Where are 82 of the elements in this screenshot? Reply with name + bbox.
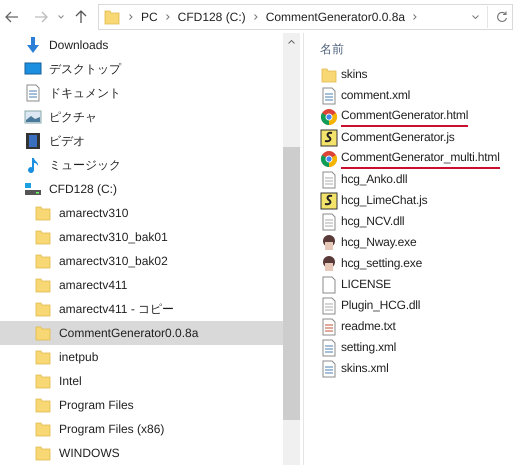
document-icon [320, 276, 338, 294]
nav-item[interactable]: Program Files (x86) [0, 417, 283, 441]
chevron-right-icon [166, 14, 170, 20]
nav-item[interactable]: Downloads [0, 33, 283, 57]
chevron-right-icon [254, 14, 258, 20]
folder-icon [34, 228, 52, 246]
file-item[interactable]: hcg_Anko.dll [304, 169, 513, 190]
nav-item[interactable]: amarectv310 [0, 201, 283, 225]
folder-icon [320, 66, 338, 84]
browser-icon [320, 150, 338, 168]
chevron-right-icon [129, 14, 133, 20]
drive-icon [24, 180, 42, 198]
nav-item[interactable]: WINDOWS [0, 441, 283, 465]
down-arrow-icon [24, 36, 42, 54]
document-icon [320, 296, 338, 314]
nav-item[interactable]: CFD128 (C:) [0, 177, 283, 201]
column-header[interactable]: 名前 [320, 40, 344, 58]
back-arrow-icon[interactable] [5, 10, 19, 22]
file-item[interactable]: hcg_setting.exe [304, 253, 513, 274]
nav-item[interactable]: CommentGenerator0.0.8a [0, 321, 283, 345]
scrollbar-thumb[interactable] [283, 147, 300, 420]
nav-item[interactable]: ミュージック [0, 153, 283, 177]
picture-icon [24, 108, 42, 126]
document-icon [24, 84, 42, 102]
file-item[interactable]: hcg_Nway.exe [304, 232, 513, 253]
folder-icon [34, 396, 52, 414]
character-icon [320, 234, 338, 252]
folder-icon [103, 8, 121, 26]
file-item[interactable]: LICENSE [304, 274, 513, 295]
nav-item[interactable]: Intel [0, 369, 283, 393]
breadcrumb[interactable]: CommentGenerator0.0.8a [266, 8, 406, 26]
file-item[interactable]: comment.xml [304, 85, 513, 106]
refresh-icon[interactable] [496, 10, 508, 22]
file-item[interactable]: CommentGenerator.js [304, 127, 513, 148]
browser-icon [320, 108, 338, 126]
script-icon [320, 192, 338, 210]
chevron-down-icon[interactable] [472, 14, 479, 18]
file-item[interactable]: hcg_NCV.dll [304, 211, 513, 232]
chevron-up-icon[interactable] [288, 40, 295, 44]
nav-item[interactable]: inetpub [0, 345, 283, 369]
folder-icon [34, 276, 52, 294]
script-icon [320, 128, 338, 146]
file-item[interactable]: skins [304, 64, 513, 85]
document-icon [320, 318, 338, 336]
chevron-right-icon [413, 14, 418, 20]
nav-item[interactable]: amarectv310_bak02 [0, 249, 283, 273]
folder-icon [34, 204, 52, 222]
up-arrow-icon[interactable] [75, 10, 87, 24]
scrollbar[interactable] [283, 33, 300, 465]
nav-item[interactable]: amarectv411 - コピー [0, 297, 283, 321]
nav-item[interactable]: ビデオ [0, 129, 283, 153]
film-icon [24, 132, 42, 150]
file-item[interactable]: skins.xml [304, 358, 513, 379]
nav-item[interactable]: ピクチャ [0, 105, 283, 129]
folder-icon [34, 372, 52, 390]
folder-icon [34, 420, 52, 438]
breadcrumb[interactable]: PC [141, 8, 158, 26]
document-icon [320, 212, 338, 230]
folder-icon [34, 324, 52, 342]
document-icon [320, 338, 338, 356]
file-item[interactable]: CommentGenerator.html [304, 106, 513, 127]
document-icon [320, 170, 338, 188]
file-item[interactable]: Plugin_HCG.dll [304, 295, 513, 316]
chevron-down-icon[interactable] [58, 14, 64, 18]
nav-item[interactable]: amarectv411 [0, 273, 283, 297]
document-icon [320, 86, 338, 104]
nav-item[interactable]: ドキュメント [0, 81, 283, 105]
folder-icon [34, 348, 52, 366]
folder-icon [34, 300, 52, 318]
breadcrumb[interactable]: CFD128 (C:) [178, 8, 246, 26]
file-item[interactable]: setting.xml [304, 337, 513, 358]
nav-item[interactable]: Program Files [0, 393, 283, 417]
character-icon [320, 254, 338, 272]
folder-icon [34, 444, 52, 462]
file-item[interactable]: hcg_LimeChat.js [304, 190, 513, 211]
address-bar[interactable]: PC CFD128 (C:) CommentGenerator0.0.8a [98, 4, 513, 30]
file-item[interactable]: CommentGenerator_multi.html [304, 148, 513, 169]
document-icon [320, 360, 338, 378]
nav-item[interactable]: amarectv310_bak01 [0, 225, 283, 249]
folder-icon [34, 252, 52, 270]
file-item[interactable]: readme.txt [304, 316, 513, 337]
nav-item[interactable]: デスクトップ [0, 57, 283, 81]
